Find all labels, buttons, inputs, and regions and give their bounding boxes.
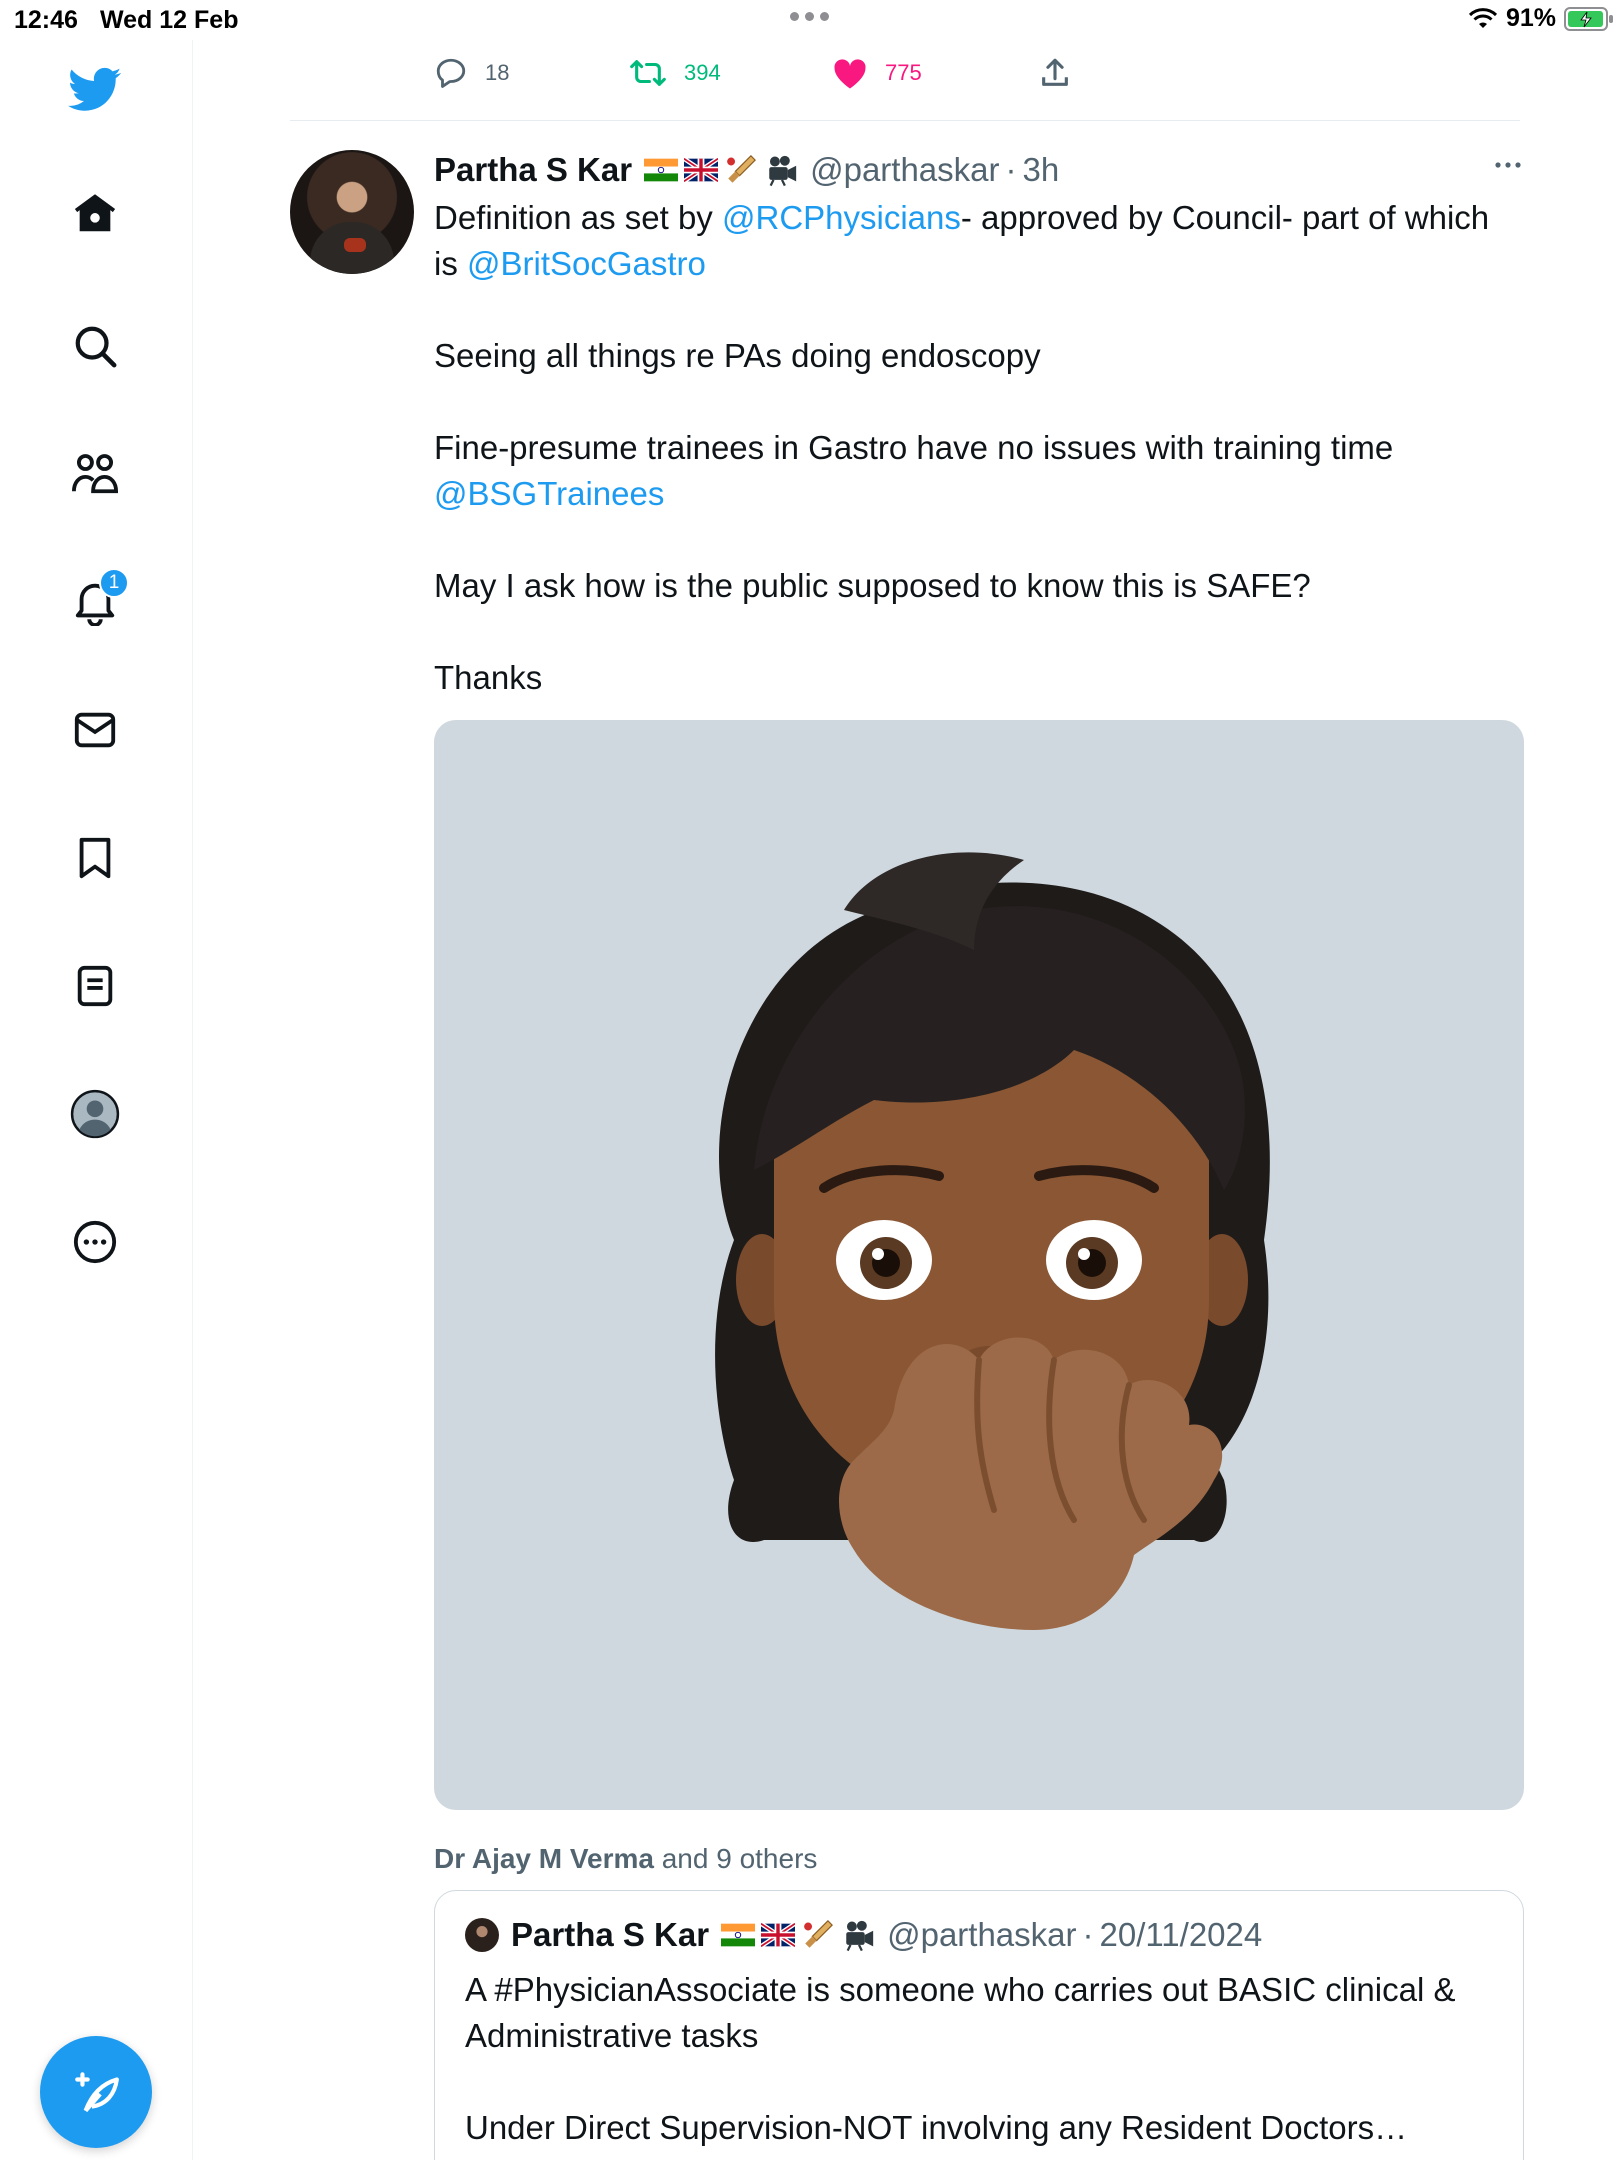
reply-button[interactable]: 18 bbox=[433, 48, 509, 98]
timeline: 18 394 775 Partha S Kar @parthaskar · 3h… bbox=[193, 40, 1620, 2160]
tweet-header: Partha S Kar @parthaskar · 3h bbox=[434, 145, 1524, 195]
notifications-bell-icon[interactable]: 1 bbox=[67, 568, 129, 630]
tweet-divider bbox=[290, 120, 1520, 121]
author-handle[interactable]: @parthaskar bbox=[810, 151, 999, 189]
quoted-author-name: Partha S Kar bbox=[511, 1916, 710, 1953]
compose-feather-icon bbox=[75, 2072, 119, 2113]
uk-flag-icon bbox=[684, 158, 719, 182]
messages-envelope-icon[interactable] bbox=[67, 702, 123, 758]
text-para2: Seeing all things re PAs doing endoscopy bbox=[434, 337, 1041, 374]
like-button[interactable]: 775 bbox=[831, 48, 922, 98]
search-icon[interactable] bbox=[67, 318, 123, 374]
tweet-text: Definition as set by @RCPhysicians- appr… bbox=[434, 195, 1524, 701]
communities-icon[interactable] bbox=[67, 446, 123, 502]
reply-icon bbox=[436, 58, 466, 88]
like-count: 775 bbox=[885, 60, 922, 85]
quoted-tweet[interactable]: Partha S Kar @parthaskar · 20/11/2024 A … bbox=[434, 1890, 1524, 2160]
quoted-name-emoji bbox=[721, 1918, 877, 1952]
tweet-more-icon[interactable] bbox=[1492, 155, 1524, 175]
quoted-header-separator: · bbox=[1082, 1916, 1094, 1953]
bookmarks-icon[interactable] bbox=[67, 830, 123, 886]
text-line1-pre: Definition as set by bbox=[434, 199, 722, 236]
notification-badge: 1 bbox=[99, 568, 129, 598]
compose-tweet-button[interactable] bbox=[40, 2036, 152, 2148]
status-date: Wed 12 Feb bbox=[100, 6, 239, 34]
quoted-line3: Under Direct Supervision-NOT involving a… bbox=[465, 2109, 1408, 2146]
liked-by-rest: and 9 others bbox=[653, 1843, 818, 1874]
wifi-icon bbox=[1468, 7, 1498, 28]
mention-rcphysicians[interactable]: @RCPhysicians bbox=[722, 199, 961, 236]
heart-icon bbox=[834, 59, 866, 89]
quoted-tweet-header: Partha S Kar @parthaskar · 20/11/2024 bbox=[465, 1915, 1493, 1955]
retweet-count: 394 bbox=[684, 60, 721, 85]
liked-by-name[interactable]: Dr Ajay M Verma bbox=[434, 1843, 654, 1874]
liked-by[interactable]: Dr Ajay M Verma and 9 others bbox=[434, 1843, 817, 1875]
header-separator: · bbox=[1005, 151, 1017, 188]
text-line1-post: - approved by Council- part of which bbox=[960, 199, 1490, 236]
retweet-icon bbox=[630, 60, 666, 86]
quoted-line2: Administrative tasks bbox=[465, 2017, 759, 2054]
tweet-body: Partha S Kar @parthaskar · 3h Definition… bbox=[434, 145, 1524, 701]
lists-icon[interactable] bbox=[67, 958, 123, 1014]
quoted-author-handle: @parthaskar bbox=[887, 1916, 1077, 1953]
retweet-button[interactable]: 394 bbox=[628, 48, 721, 98]
status-time: 12:46 bbox=[14, 6, 78, 34]
quoted-tweet-date: 20/11/2024 bbox=[1099, 1916, 1263, 1953]
movie-camera-icon bbox=[846, 1920, 874, 1952]
battery-percent: 91% bbox=[1505, 4, 1556, 32]
tweet-media-image[interactable] bbox=[434, 720, 1524, 1810]
india-flag-icon bbox=[721, 1923, 756, 1947]
mention-britsocgastro[interactable]: @BritSocGastro bbox=[467, 245, 706, 282]
name-emoji bbox=[644, 153, 800, 187]
twitter-logo-icon[interactable] bbox=[67, 62, 123, 118]
quoted-line1: A #PhysicianAssociate is someone who car… bbox=[465, 1971, 1456, 2008]
multitasking-dots[interactable] bbox=[790, 12, 829, 21]
status-bar: 12:46 Wed 12 Feb 91% bbox=[0, 0, 1620, 40]
share-icon bbox=[1042, 58, 1068, 86]
cricket-icon bbox=[804, 1920, 834, 1948]
author-name[interactable]: Partha S Kar bbox=[434, 151, 632, 189]
tweet-time[interactable]: 3h bbox=[1023, 151, 1060, 189]
text-para3: Fine-presume trainees in Gastro have no … bbox=[434, 429, 1394, 466]
profile-avatar-icon[interactable] bbox=[67, 1086, 123, 1142]
quoted-tweet-text: A #PhysicianAssociate is someone who car… bbox=[465, 1967, 1493, 2151]
memoji-hand-over-mouth-image bbox=[715, 852, 1270, 1630]
text-para4: May I ask how is the public supposed to … bbox=[434, 567, 1311, 604]
home-icon[interactable] bbox=[67, 186, 123, 242]
reply-count: 18 bbox=[485, 60, 510, 85]
author-avatar[interactable] bbox=[290, 150, 414, 274]
india-flag-icon bbox=[644, 158, 679, 182]
battery-icon bbox=[1564, 6, 1613, 31]
mention-bsgtrainees[interactable]: @BSGTrainees bbox=[434, 475, 664, 512]
share-button[interactable] bbox=[1038, 48, 1072, 98]
text-line2-pre: is bbox=[434, 245, 467, 282]
movie-camera-icon bbox=[769, 155, 797, 187]
uk-flag-icon bbox=[761, 1923, 796, 1947]
sidebar: 1 bbox=[0, 40, 193, 2160]
cricket-icon bbox=[727, 155, 757, 183]
text-para5: Thanks bbox=[434, 659, 543, 696]
more-options-icon[interactable] bbox=[67, 1214, 123, 1270]
previous-tweet-actions: 18 394 775 bbox=[433, 48, 1263, 98]
quoted-author-avatar bbox=[465, 1918, 499, 1952]
